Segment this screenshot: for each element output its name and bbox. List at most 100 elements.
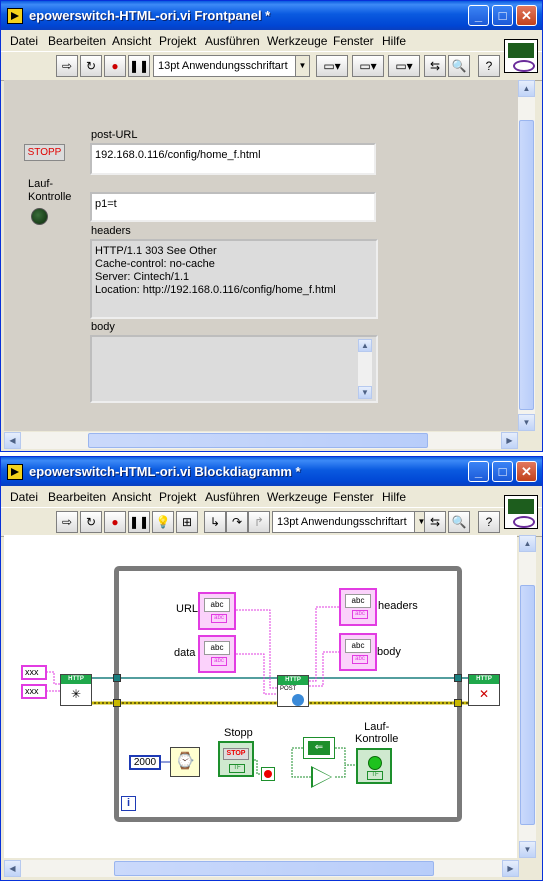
menu-fenster[interactable]: Fenster (333, 490, 374, 504)
menu-werkzeuge[interactable]: Werkzeuge (267, 34, 327, 48)
abort-icon[interactable]: ● (104, 55, 126, 77)
font-select[interactable]: 13pt Anwendungsschriftart ▼ (153, 55, 310, 77)
body-scrollbar[interactable]: ▲ ▼ (358, 339, 372, 399)
http-header: HTTP (61, 675, 91, 684)
maximize-button[interactable]: □ (492, 5, 513, 26)
loop-condition-terminal[interactable] (261, 767, 275, 781)
maximize-button[interactable]: □ (492, 461, 513, 482)
block-diagram-vscroll[interactable]: ▲ ▼ (519, 535, 536, 858)
scroll-thumb[interactable] (519, 120, 534, 410)
feedback-node[interactable]: ⇐ (303, 737, 335, 759)
pause-icon[interactable]: ❚❚ (128, 511, 150, 533)
url-control[interactable]: abc abc (198, 592, 236, 630)
pause-icon[interactable]: ❚❚ (128, 55, 150, 77)
http-close-handle-vi[interactable]: HTTP ✕ (468, 674, 500, 706)
run-continuously-icon[interactable]: ↻ (80, 511, 102, 533)
scroll-left-icon[interactable]: ◀ (4, 860, 21, 877)
stop-button[interactable]: STOPP (24, 144, 65, 161)
scroll-left-icon[interactable]: ◀ (4, 432, 21, 449)
error-tunnel-right (454, 699, 462, 707)
reorder-icon[interactable]: ⇆ (424, 55, 446, 77)
scroll-up-icon[interactable]: ▲ (358, 339, 372, 352)
url-type: abc (211, 614, 227, 623)
menu-bearbeiten[interactable]: Bearbeiten (48, 490, 106, 504)
scroll-down-icon[interactable]: ▼ (358, 386, 372, 399)
menu-ausfuehren[interactable]: Ausführen (205, 34, 260, 48)
headers-indicator[interactable]: abc abc (339, 588, 377, 626)
font-select[interactable]: 13pt Anwendungsschriftart ▼ (272, 511, 429, 533)
url-abc: abc (204, 598, 230, 612)
labview-app-icon (7, 8, 23, 24)
scroll-thumb[interactable] (114, 861, 434, 876)
post-url-label: post-URL (91, 129, 138, 141)
step-out-icon[interactable]: ↱ (248, 511, 270, 533)
distribute-objects-icon[interactable]: ▭▾ (352, 55, 384, 77)
block-diagram-toolbar: ⇨ ↻ ● ❚❚ 💡 ⊞ ↳ ↷ ↱ 13pt Anwendungsschrif… (1, 507, 542, 537)
run-icon[interactable]: ⇨ (56, 55, 78, 77)
string-constant-2[interactable]: xxx (21, 684, 47, 699)
scroll-up-icon[interactable]: ▲ (519, 535, 536, 552)
menu-projekt[interactable]: Projekt (159, 490, 196, 504)
front-panel-hscroll[interactable]: ◀ ▶ (4, 432, 518, 449)
menu-fenster[interactable]: Fenster (333, 34, 374, 48)
retain-wire-values-icon[interactable]: ⊞ (176, 511, 198, 533)
not-function[interactable] (313, 768, 331, 786)
body-indicator[interactable]: abc abc (339, 633, 377, 671)
post-url-input[interactable]: 192.168.0.116/config/home_f.html (90, 143, 376, 175)
step-into-icon[interactable]: ↳ (204, 511, 226, 533)
scroll-down-icon[interactable]: ▼ (519, 841, 536, 858)
menu-werkzeuge[interactable]: Werkzeuge (267, 490, 327, 504)
string-constant-1[interactable]: xxx (21, 665, 47, 680)
reorder-icon[interactable]: ⇆ (424, 511, 446, 533)
scroll-up-icon[interactable]: ▲ (518, 80, 535, 97)
minimize-button[interactable]: _ (468, 461, 489, 482)
menu-datei[interactable]: Datei (10, 34, 38, 48)
http-open-handle-vi[interactable]: HTTP ✳ (60, 674, 92, 706)
menu-bearbeiten[interactable]: Bearbeiten (48, 34, 106, 48)
wait-ms-icon[interactable]: ⌚ (170, 747, 200, 777)
http-post-vi[interactable]: HTTP POST (277, 675, 309, 707)
front-panel-titlebar[interactable]: epowerswitch-HTML-ori.vi Frontpanel * _ … (1, 1, 542, 30)
wait-ms-constant[interactable]: 2000 (129, 755, 161, 770)
body-label: body (377, 646, 401, 658)
menu-datei[interactable]: Datei (10, 490, 38, 504)
help-icon[interactable]: ? (478, 511, 500, 533)
menu-projekt[interactable]: Projekt (159, 34, 196, 48)
scroll-thumb[interactable] (88, 433, 428, 448)
error-tunnel-left (113, 699, 121, 707)
front-panel-vscroll[interactable]: ▲ ▼ (518, 80, 535, 431)
resize-objects-icon[interactable]: ▭▾ (388, 55, 420, 77)
http-header: HTTP (278, 676, 308, 685)
menu-hilfe[interactable]: Hilfe (382, 34, 406, 48)
data-control[interactable]: abc abc (198, 635, 236, 673)
search-icon[interactable]: 🔍 (448, 511, 470, 533)
scroll-right-icon[interactable]: ▶ (502, 860, 519, 877)
help-icon[interactable]: ? (478, 55, 500, 77)
menu-ausfuehren[interactable]: Ausführen (205, 490, 260, 504)
close-button[interactable]: ✕ (516, 461, 537, 482)
vi-icon[interactable] (504, 495, 538, 529)
vi-icon[interactable] (504, 39, 538, 73)
stop-label: Stopp (224, 727, 253, 739)
block-diagram-titlebar[interactable]: epowerswitch-HTML-ori.vi Blockdiagramm *… (1, 457, 542, 486)
run-icon[interactable]: ⇨ (56, 511, 78, 533)
scroll-right-icon[interactable]: ▶ (501, 432, 518, 449)
block-diagram-hscroll[interactable]: ◀ ▶ (4, 860, 519, 877)
menu-hilfe[interactable]: Hilfe (382, 490, 406, 504)
search-icon[interactable]: 🔍 (448, 55, 470, 77)
led-icon (368, 756, 382, 770)
scroll-thumb[interactable] (520, 585, 535, 825)
scroll-down-icon[interactable]: ▼ (518, 414, 535, 431)
close-button[interactable]: ✕ (516, 5, 537, 26)
lauf-kontrolle-indicator[interactable]: TF (356, 748, 392, 784)
abort-icon[interactable]: ● (104, 511, 126, 533)
highlight-execution-icon[interactable]: 💡 (152, 511, 174, 533)
step-over-icon[interactable]: ↷ (226, 511, 248, 533)
stop-control[interactable]: STOP TF (218, 741, 254, 777)
minimize-button[interactable]: _ (468, 5, 489, 26)
data-input[interactable]: p1=t (90, 192, 376, 222)
run-continuously-icon[interactable]: ↻ (80, 55, 102, 77)
menu-ansicht[interactable]: Ansicht (112, 34, 151, 48)
menu-ansicht[interactable]: Ansicht (112, 490, 151, 504)
align-objects-icon[interactable]: ▭▾ (316, 55, 348, 77)
